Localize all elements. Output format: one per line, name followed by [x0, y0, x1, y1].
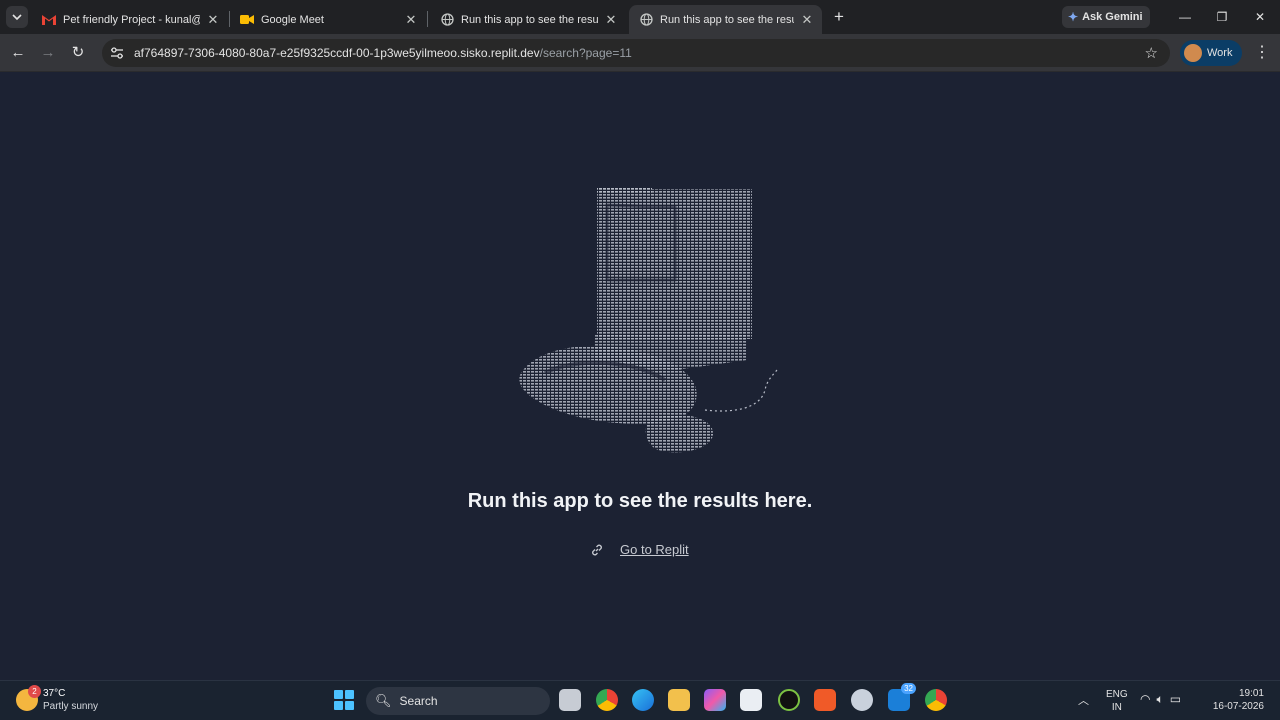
tab-title: Google Meet	[261, 13, 324, 26]
globe-icon	[639, 13, 653, 27]
gemini-icon: ✦	[1068, 10, 1079, 24]
brave-icon[interactable]	[814, 689, 836, 711]
date: 16-07-2026	[1212, 701, 1264, 712]
close-icon[interactable]: ✕	[604, 12, 618, 27]
task-view-icon[interactable]	[559, 689, 581, 711]
go-to-replit-link[interactable]: Go to Replit	[590, 542, 689, 557]
meet-icon	[240, 13, 254, 27]
tab-title: Run this app to see the results h	[461, 13, 598, 26]
bookmark-star-icon[interactable]: ☆	[1145, 44, 1158, 62]
chevron-up-icon[interactable]: ︿	[1078, 692, 1089, 708]
app-icon[interactable]	[851, 689, 873, 711]
system-tray-icons[interactable]: ◠🔈︎▭	[1140, 692, 1187, 707]
wifi-icon: ◠	[1140, 692, 1157, 706]
tab-google-meet[interactable]: Google Meet ✕	[230, 5, 426, 34]
partly-sunny-icon: 2	[16, 685, 41, 711]
tab-title: Pet friendly Project - kunal@cv	[63, 13, 200, 26]
profile-label: Work	[1207, 47, 1233, 59]
minimize-button[interactable]: —	[1176, 8, 1194, 26]
weather-badge: 2	[28, 685, 41, 698]
menu-icon[interactable]: ⋮	[1254, 43, 1270, 63]
search-icon: 🔍︎	[375, 693, 392, 708]
lang-bottom: IN	[1111, 702, 1122, 713]
avatar	[1184, 44, 1202, 62]
url-text: af764897-7306-4080-80a7-e25f9325ccdf-00-…	[134, 46, 632, 60]
address-bar[interactable]: af764897-7306-4080-80a7-e25f9325ccdf-00-…	[102, 39, 1170, 67]
gmail-icon	[42, 13, 56, 27]
close-icon[interactable]: ✕	[206, 12, 220, 27]
start-button[interactable]	[334, 690, 354, 710]
weather-widget[interactable]: 2 37°C Partly sunny	[16, 685, 99, 713]
forward-button[interactable]: →	[38, 43, 58, 63]
tab-replit-active[interactable]: Run this app to see the results h ✕	[629, 5, 822, 34]
page-content: Run this app to see the results here. Go…	[0, 72, 1280, 680]
tab-replit-1[interactable]: Run this app to see the results h ✕	[430, 5, 626, 34]
file-explorer-icon[interactable]	[668, 689, 690, 711]
site-settings-icon[interactable]	[110, 46, 124, 60]
globe-icon	[440, 13, 454, 27]
tab-strip: Pet friendly Project - kunal@cv ✕ Google…	[0, 0, 1280, 34]
chrome-profile-icon[interactable]	[596, 689, 618, 711]
url-path: /search?page=11	[539, 46, 632, 60]
chevron-down-icon	[12, 14, 22, 21]
taskbar-search[interactable]: 🔍︎ Search	[366, 687, 550, 715]
link-label: Go to Replit	[620, 542, 689, 557]
weather-condition: Partly sunny	[43, 701, 99, 712]
copilot-icon[interactable]	[704, 689, 726, 711]
windows-taskbar: 2 37°C Partly sunny 🔍︎ Search 32 ︿ ENG I…	[0, 680, 1280, 720]
close-icon[interactable]: ✕	[800, 12, 814, 27]
browser-toolbar: ← → ↻ af764897-7306-4080-80a7-e25f9325cc…	[0, 34, 1280, 72]
language-indicator[interactable]: ENG IN	[1106, 688, 1128, 714]
clock[interactable]: 19:01 16-07-2026	[1213, 687, 1264, 713]
close-window-button[interactable]: ✕	[1251, 8, 1269, 26]
store-icon[interactable]	[740, 689, 762, 711]
close-icon[interactable]: ✕	[404, 12, 418, 27]
back-button[interactable]: ←	[8, 43, 28, 63]
tab-search-button[interactable]	[6, 6, 28, 28]
reload-button[interactable]: ↻	[68, 43, 88, 63]
upwork-icon[interactable]	[778, 689, 800, 711]
outlook-badge: 32	[901, 683, 916, 694]
url-host: af764897-7306-4080-80a7-e25f9325ccdf-00-…	[134, 46, 540, 60]
link-icon	[592, 544, 602, 555]
outlook-icon[interactable]: 32	[888, 683, 916, 711]
time: 19:01	[1238, 688, 1264, 699]
edge-icon[interactable]	[632, 689, 654, 711]
tab-title: Run this app to see the results h	[660, 13, 794, 26]
volume-icon: 🔈︎	[1156, 692, 1170, 706]
gemini-label: Ask Gemini	[1082, 11, 1143, 23]
restore-button[interactable]: ❐	[1213, 8, 1231, 26]
battery-icon: ▭	[1169, 692, 1188, 706]
temperature: 37°C	[43, 688, 66, 699]
ask-gemini-button[interactable]: ✦ Ask Gemini	[1062, 6, 1150, 28]
lang-top: ENG	[1106, 689, 1128, 700]
ascii-toilet-illustration	[519, 187, 778, 453]
chrome-icon[interactable]	[925, 689, 947, 711]
profile-chip[interactable]: Work	[1180, 40, 1242, 66]
tab-divider	[427, 11, 428, 27]
new-tab-button[interactable]: +	[830, 8, 848, 26]
run-message: Run this app to see the results here.	[467, 490, 813, 512]
tab-gmail[interactable]: Pet friendly Project - kunal@cv ✕	[32, 5, 228, 34]
search-label: Search	[399, 694, 438, 708]
